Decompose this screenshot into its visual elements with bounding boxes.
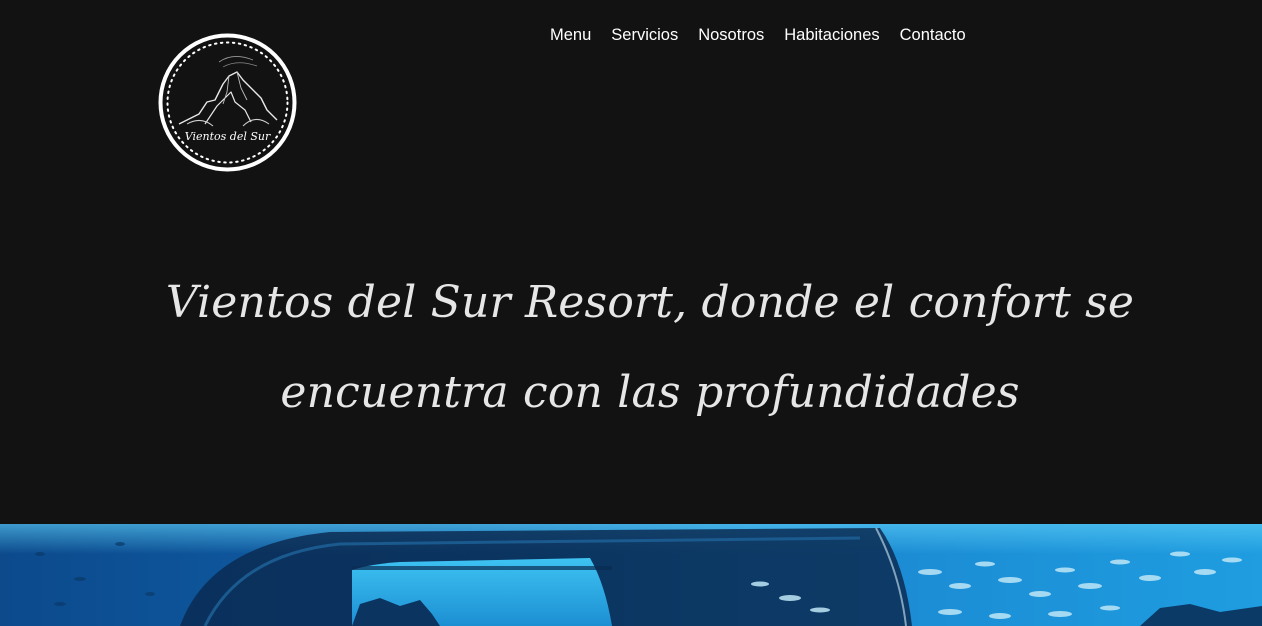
- main-nav: Menu Servicios Nosotros Habitaciones Con…: [540, 24, 976, 46]
- nav-item-menu[interactable]: Menu: [540, 24, 601, 46]
- nav-item-servicios[interactable]: Servicios: [601, 24, 688, 46]
- nav-item-nosotros[interactable]: Nosotros: [688, 24, 774, 46]
- logo-text: Vientos del Sur: [185, 130, 271, 143]
- nav-item-habitaciones[interactable]: Habitaciones: [774, 24, 889, 46]
- mountain-circle-logo-icon: Vientos del Sur: [158, 33, 297, 172]
- page: Vientos del Sur Menu Servicios Nosotros …: [0, 0, 1262, 626]
- hero-title: Vientos del Sur Resort, donde el confort…: [165, 277, 1135, 418]
- hero-banner-image: [0, 524, 1262, 626]
- nav-item-contacto[interactable]: Contacto: [890, 24, 976, 46]
- logo-link[interactable]: Vientos del Sur: [157, 32, 298, 173]
